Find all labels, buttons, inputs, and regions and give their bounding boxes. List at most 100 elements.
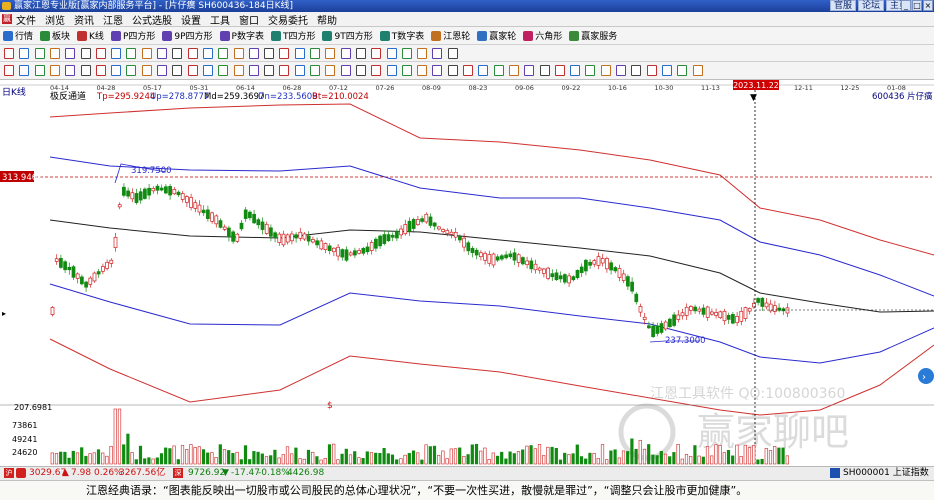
menu-gann[interactable]: 江恩 — [103, 12, 123, 27]
index-select-label[interactable]: SH000001 上证指数 — [843, 467, 929, 480]
draw-tool-icon[interactable] — [340, 48, 351, 59]
tool-tool-icon[interactable] — [95, 65, 106, 76]
draw-tool-icon[interactable] — [294, 48, 305, 59]
tool-tool-icon[interactable] — [447, 65, 458, 76]
draw-tool-icon[interactable] — [218, 48, 229, 59]
tool-tool-icon[interactable] — [554, 65, 565, 76]
tool-tool-icon[interactable] — [600, 65, 611, 76]
tool-tool-icon[interactable] — [493, 65, 504, 76]
toolbar-hexagon-button[interactable]: 六角形 — [523, 29, 562, 42]
draw-tool-icon[interactable] — [279, 48, 290, 59]
tool-tool-icon[interactable] — [218, 65, 229, 76]
tool-tool-icon[interactable] — [80, 65, 91, 76]
tool-tool-icon[interactable] — [294, 65, 305, 76]
menu-settings[interactable]: 设置 — [181, 12, 201, 27]
tool-tool-icon[interactable] — [401, 65, 412, 76]
tool-tool-icon[interactable] — [65, 65, 76, 76]
minimize-button[interactable]: _ — [901, 0, 911, 11]
close-button[interactable]: × — [923, 0, 933, 11]
tool-tool-icon[interactable] — [570, 65, 581, 76]
kline-chart[interactable]: 04-14 04-28 05-17 05-31 06-14 06-28 07-12 07-26… — [0, 80, 934, 465]
draw-tool-icon[interactable] — [126, 48, 137, 59]
tool-tool-icon[interactable] — [432, 65, 443, 76]
toolbar-winner-wheel-button[interactable]: 赢家轮 — [477, 29, 516, 42]
tool-tool-icon[interactable] — [539, 65, 550, 76]
draw-tool-icon[interactable] — [325, 48, 336, 59]
tool-tool-icon[interactable] — [157, 65, 167, 76]
draw-tool-icon[interactable] — [95, 48, 106, 59]
draw-tool-icon[interactable] — [264, 48, 275, 59]
tool-tool-icon[interactable] — [355, 65, 366, 76]
draw-tool-icon[interactable] — [432, 48, 443, 59]
tool-tool-icon[interactable] — [19, 65, 30, 76]
toolbar-table-t-button[interactable]: T数字表 — [379, 29, 424, 42]
toolbar-square-t-button[interactable]: T四方形 — [270, 29, 315, 42]
tool-tool-icon[interactable] — [616, 65, 626, 76]
draw-tool-icon[interactable] — [172, 48, 183, 59]
tool-tool-icon[interactable] — [340, 65, 351, 76]
menu-window[interactable]: 窗口 — [239, 12, 259, 27]
tool-tool-icon[interactable] — [310, 65, 320, 76]
draw-tool-icon[interactable] — [417, 48, 428, 59]
toolbar-square-9t-button[interactable]: 9T四方形 — [322, 29, 373, 42]
tool-tool-icon[interactable] — [111, 65, 122, 76]
tool-tool-icon[interactable] — [4, 65, 14, 76]
tool-tool-icon[interactable] — [187, 65, 198, 76]
draw-tool-icon[interactable] — [141, 48, 152, 59]
draw-tool-icon[interactable] — [202, 48, 213, 59]
draw-tool-icon[interactable] — [233, 48, 244, 59]
tool-tool-icon[interactable] — [386, 65, 397, 76]
tool-tool-icon[interactable] — [49, 65, 60, 76]
toolbar-grid-button[interactable]: 行情 — [3, 29, 33, 42]
tool-tool-icon[interactable] — [264, 65, 275, 76]
toolbar-service-button[interactable]: 赢家服务 — [569, 29, 617, 42]
tool-tool-icon[interactable] — [661, 65, 672, 76]
toolbar-table-button[interactable]: P数字表 — [219, 29, 264, 42]
tool-tool-icon[interactable] — [677, 65, 688, 76]
tool-tool-icon[interactable] — [417, 65, 428, 76]
tool-tool-icon[interactable] — [202, 65, 213, 76]
tool-tool-icon[interactable] — [325, 65, 336, 76]
tool-tool-icon[interactable] — [248, 65, 259, 76]
draw-tool-icon[interactable] — [111, 48, 122, 59]
draw-tool-icon[interactable] — [187, 48, 198, 59]
index-select-icon[interactable] — [830, 468, 840, 478]
toolbar-square-button[interactable]: P四方形 — [110, 29, 155, 42]
menu-formula[interactable]: 公式选股 — [132, 12, 172, 27]
draw-tool-icon[interactable] — [310, 48, 320, 59]
toolbar-wheel-button[interactable]: 江恩轮 — [431, 29, 470, 42]
tool-tool-icon[interactable] — [126, 65, 137, 76]
toolbar-kline-button[interactable]: K线 — [77, 29, 104, 42]
toolbar-square-9-button[interactable]: 9P四方形 — [162, 29, 213, 42]
menu-tools[interactable]: 工具 — [210, 12, 230, 27]
draw-tool-icon[interactable] — [65, 48, 76, 59]
menu-help[interactable]: 帮助 — [317, 12, 337, 27]
tool-tool-icon[interactable] — [478, 65, 489, 76]
toolbar-board-button[interactable]: 板块 — [40, 29, 70, 42]
draw-tool-icon[interactable] — [371, 48, 382, 59]
draw-tool-icon[interactable] — [355, 48, 366, 59]
tool-tool-icon[interactable] — [524, 65, 535, 76]
draw-tool-icon[interactable] — [386, 48, 397, 59]
draw-tool-icon[interactable] — [34, 48, 45, 59]
link-forum[interactable]: 论坛 — [857, 0, 884, 11]
menu-trade[interactable]: 交易委托 — [268, 12, 308, 27]
tool-tool-icon[interactable] — [508, 65, 519, 76]
draw-tool-icon[interactable] — [80, 48, 91, 59]
draw-tool-icon[interactable] — [49, 48, 60, 59]
menu-file[interactable]: 文件 — [16, 12, 36, 27]
menu-browse[interactable]: 浏览 — [45, 12, 65, 27]
tool-tool-icon[interactable] — [233, 65, 244, 76]
tool-tool-icon[interactable] — [463, 65, 473, 76]
draw-tool-icon[interactable] — [401, 48, 412, 59]
tool-tool-icon[interactable] — [692, 65, 703, 76]
tool-tool-icon[interactable] — [34, 65, 45, 76]
scroll-right-button[interactable] — [918, 368, 934, 384]
draw-tool-icon[interactable] — [248, 48, 259, 59]
draw-tool-icon[interactable] — [447, 48, 458, 59]
draw-tool-icon[interactable] — [157, 48, 167, 59]
link-official[interactable]: 官服 — [829, 0, 856, 11]
tool-tool-icon[interactable] — [141, 65, 152, 76]
tool-tool-icon[interactable] — [585, 65, 596, 76]
menu-news[interactable]: 资讯 — [74, 12, 94, 27]
